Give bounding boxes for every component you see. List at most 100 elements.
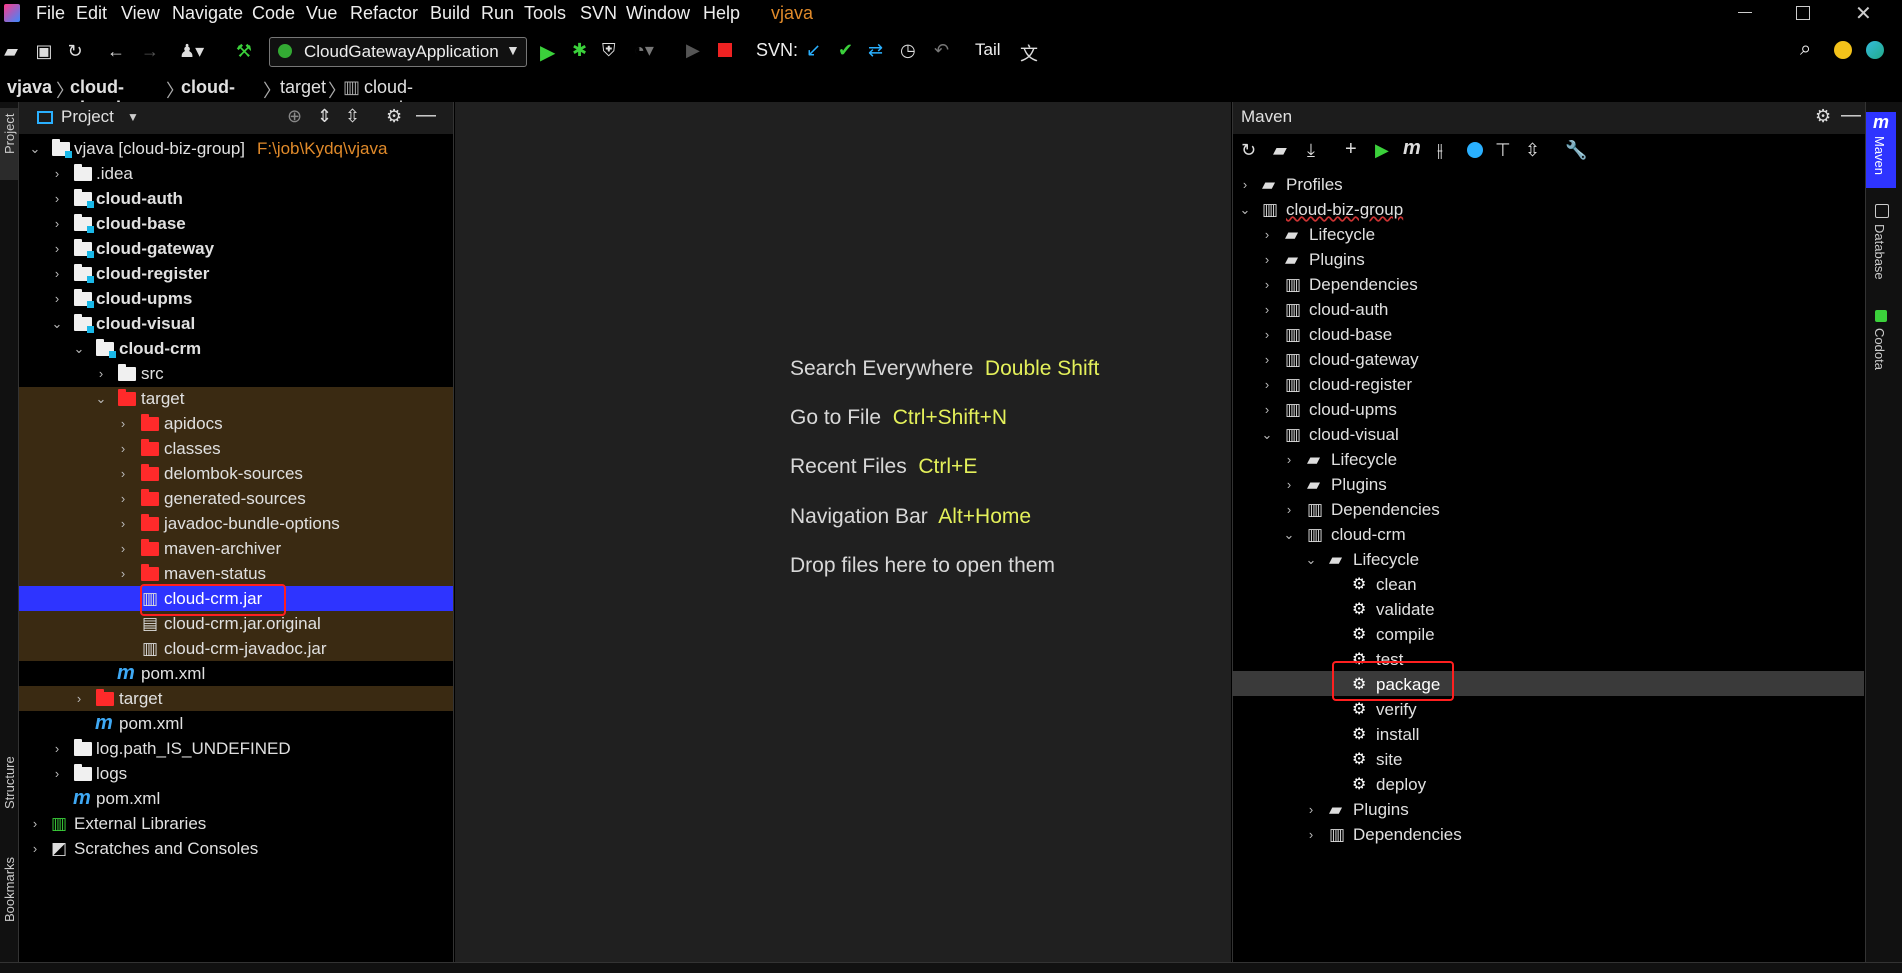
tree-label: Dependencies	[1331, 500, 1440, 519]
breadcrumb-item[interactable]: target	[280, 77, 326, 98]
maximize-icon[interactable]	[1796, 6, 1810, 20]
plugins-icon: ▰	[1285, 250, 1299, 269]
save-icon[interactable]: ▣	[33, 40, 55, 62]
tree-label: src	[141, 364, 164, 383]
menu-refactor[interactable]: Refactor	[350, 3, 418, 24]
menu-vue[interactable]: Vue	[306, 3, 337, 24]
hide-panel-icon[interactable]: —	[416, 104, 436, 127]
search-icon[interactable]: ⌕	[1800, 38, 1811, 61]
project-panel-title[interactable]: Project	[61, 107, 114, 127]
plugin-icon[interactable]	[1866, 41, 1884, 59]
run-icon[interactable]: ▶	[1375, 140, 1389, 161]
debug-icon[interactable]: ✱	[572, 40, 587, 61]
tree-label: cloud-visual	[96, 314, 196, 333]
menu-code[interactable]: Code	[252, 3, 295, 24]
editor-empty-area[interactable]: Search Everywhere Double Shift Go to Fil…	[455, 102, 1231, 962]
tree-label: pom.xml	[119, 714, 184, 733]
run-icon[interactable]: ▶	[540, 40, 555, 65]
tree-path: F:\job\Kydq\vjava	[257, 139, 388, 158]
tree-label: delombok-sources	[164, 464, 303, 483]
tree-label: maven-status	[164, 564, 267, 583]
project-panel-header: Project ▼ ⊕ ⇕ ⇳ ⚙ —	[19, 102, 453, 134]
download-icon[interactable]: ⤓	[1307, 140, 1315, 161]
maven-panel-title: Maven	[1241, 107, 1293, 126]
resume-icon[interactable]: ▶	[686, 40, 700, 61]
tree-label: Lifecycle	[1331, 450, 1398, 469]
chevron-down-icon[interactable]: ▼	[127, 110, 139, 124]
back-icon[interactable]: ←	[105, 40, 127, 62]
gear-icon[interactable]: ⚙	[1815, 106, 1831, 127]
stop-icon[interactable]	[718, 43, 732, 57]
update-icon[interactable]	[1834, 41, 1852, 59]
locate-icon[interactable]: ⊕	[287, 106, 302, 127]
tree-label: Dependencies	[1309, 275, 1418, 294]
module-folder-icon	[96, 339, 116, 358]
execute-goal-icon[interactable]: m	[1403, 137, 1421, 160]
gear-icon[interactable]: ⚙	[386, 106, 402, 127]
menu-window[interactable]: Window	[626, 3, 690, 24]
rollback-icon[interactable]: ↶	[934, 40, 949, 61]
show-dependencies-icon[interactable]: ⊤	[1495, 140, 1511, 161]
hide-panel-icon[interactable]: —	[1841, 104, 1861, 127]
plugins-icon: ▰	[1307, 475, 1321, 494]
skip-tests-icon[interactable]	[1467, 142, 1483, 158]
tab-project-label[interactable]: Project	[2, 114, 17, 154]
tree-label: site	[1376, 750, 1403, 769]
maven-project-icon: ▥	[1285, 425, 1302, 444]
maven-project-icon: ▥	[1285, 350, 1302, 369]
tail-button[interactable]: Tail	[975, 40, 1001, 60]
menu-run[interactable]: Run	[481, 3, 514, 24]
minimize-icon[interactable]	[1738, 12, 1752, 13]
breadcrumb-item[interactable]: vjava	[7, 77, 52, 98]
profile-icon[interactable]: ◔▾	[634, 40, 654, 61]
tree-label: classes	[164, 439, 221, 458]
vcs-user-icon[interactable]: ♟▾	[179, 40, 204, 62]
tab-codota-label[interactable]: Codota	[1872, 328, 1887, 370]
tab-database-label[interactable]: Database	[1872, 224, 1887, 280]
menu-svn[interactable]: SVN	[580, 3, 617, 24]
generate-sources-icon[interactable]: ▰	[1273, 140, 1287, 161]
excluded-folder-icon	[141, 414, 159, 431]
database-icon	[1875, 204, 1889, 218]
close-window-icon[interactable]: ✕	[1855, 1, 1872, 26]
wrench-icon[interactable]: 🔧	[1565, 140, 1587, 161]
tab-bookmarks-label[interactable]: Bookmarks	[2, 857, 17, 922]
translate-icon[interactable]: 文	[1020, 40, 1038, 66]
expand-all-icon[interactable]: ⇕	[317, 106, 332, 127]
left-tool-strip: Project Structure Bookmarks	[0, 102, 19, 962]
collapse-all-icon[interactable]: ⇳	[1525, 140, 1540, 161]
tree-label: cloud-upms	[1309, 400, 1397, 419]
menu-view[interactable]: View	[121, 3, 160, 24]
sync-icon[interactable]: ↻	[64, 40, 86, 62]
open-folder-icon[interactable]: ▰	[0, 40, 22, 62]
reload-icon[interactable]: ↻	[1241, 140, 1256, 161]
hint-label: Go to File	[790, 406, 882, 429]
run-configuration-select[interactable]: CloudGatewayApplication ▼	[269, 37, 527, 67]
menu-tools[interactable]: Tools	[524, 3, 566, 24]
tab-maven-label[interactable]: Maven	[1872, 136, 1887, 175]
add-icon[interactable]: +	[1345, 138, 1357, 161]
svn-commit-icon[interactable]: ✔	[838, 40, 853, 61]
tree-label: cloud-register	[1309, 375, 1412, 394]
coverage-icon[interactable]: ⛨	[602, 40, 616, 61]
svn-update-icon[interactable]: ↙	[806, 40, 821, 61]
hint-label: Navigation Bar	[790, 505, 928, 528]
menu-file[interactable]: File	[36, 3, 65, 24]
tree-label: validate	[1376, 600, 1435, 619]
menu-navigate[interactable]: Navigate	[172, 3, 243, 24]
tab-structure-label[interactable]: Structure	[2, 756, 17, 809]
build-hammer-icon[interactable]: ⚒	[233, 40, 255, 62]
forward-icon[interactable]: →	[139, 40, 161, 62]
svn-merge-icon[interactable]: ⇄	[868, 40, 883, 61]
menu-build[interactable]: Build	[430, 3, 470, 24]
chevron-down-icon: ▼	[506, 42, 520, 58]
tree-label: pom.xml	[96, 789, 161, 808]
history-icon[interactable]: ◷	[900, 40, 916, 61]
menu-help[interactable]: Help	[703, 3, 740, 24]
selected-row-bg	[1232, 671, 1864, 696]
collapse-all-icon[interactable]: ⇳	[345, 106, 360, 127]
toggle-offline-icon[interactable]: ⫲	[1437, 140, 1443, 161]
menu-edit[interactable]: Edit	[76, 3, 107, 24]
plugins-icon: ▰	[1329, 800, 1343, 819]
hint-label: Search Everywhere	[790, 357, 974, 380]
